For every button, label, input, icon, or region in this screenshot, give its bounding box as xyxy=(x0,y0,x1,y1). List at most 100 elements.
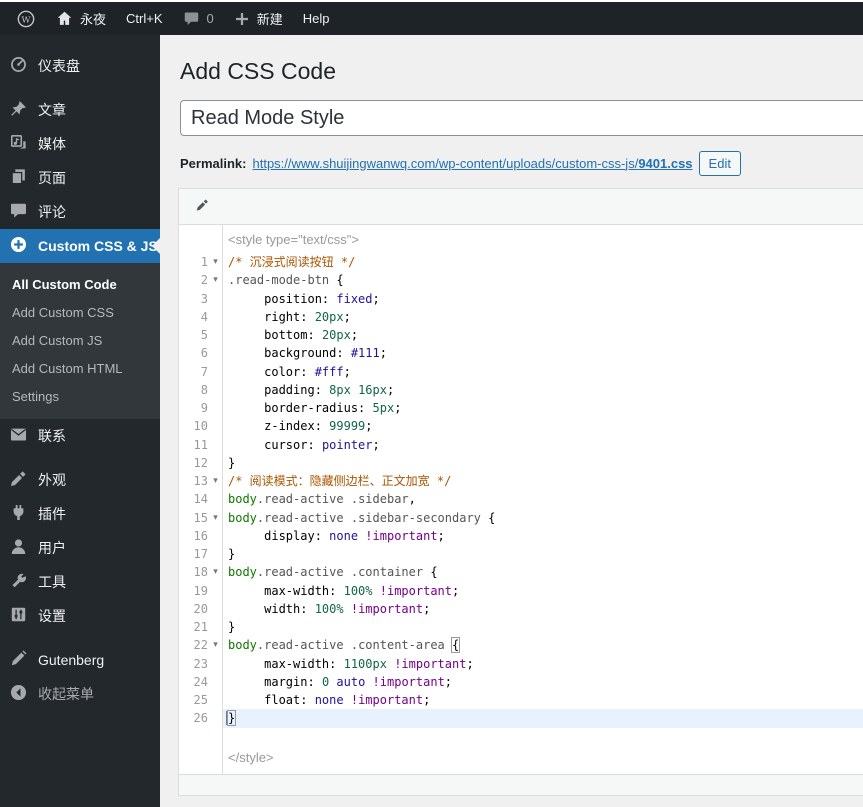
code-line-text[interactable]: padding: 8px 16px; xyxy=(223,381,863,399)
sidebar-item-custom-css-js[interactable]: Custom CSS & JS xyxy=(0,229,160,263)
new-content-menu[interactable]: 新建 xyxy=(224,2,293,35)
code-line-text[interactable]: .read-mode-btn { xyxy=(223,271,863,289)
sidebar-item-tools[interactable]: 工具 xyxy=(0,565,160,599)
code-line-text[interactable]: cursor: pointer; xyxy=(223,436,863,454)
line-gutter: 24 xyxy=(179,673,223,691)
wp-logo-menu[interactable]: W xyxy=(6,2,46,35)
fold-arrow-icon[interactable]: ▾ xyxy=(208,472,223,490)
site-menu[interactable]: 永夜 xyxy=(46,2,116,35)
sidebar-item-pages[interactable]: 页面 xyxy=(0,161,160,195)
code-line-text[interactable]: position: fixed; xyxy=(223,290,863,308)
code-line[interactable]: 21} xyxy=(179,618,863,636)
sidebar-item-appearance[interactable]: 外观 xyxy=(0,463,160,497)
fold-arrow-icon[interactable]: ▾ xyxy=(208,636,223,654)
code-line[interactable]: 13 ▾/* 阅读模式：隐藏侧边栏、正文加宽 */ xyxy=(179,472,863,490)
code-line[interactable]: 7 color: #fff; xyxy=(179,363,863,381)
submenu-item-add-custom-js[interactable]: Add Custom JS xyxy=(0,327,160,355)
sidebar-item-collapse-menu[interactable]: 收起菜单 xyxy=(0,677,160,711)
code-line-text[interactable]: float: none !important; xyxy=(223,691,863,709)
brush-tool-icon[interactable] xyxy=(194,196,211,218)
code-line[interactable]: 18 ▾ body.read-active .container { xyxy=(179,563,863,581)
admin-sidebar: 仪表盘 文章 媒体 页面 评论 Custom CSS & JS All Cust… xyxy=(0,35,160,807)
fold-arrow-icon[interactable]: ▾ xyxy=(208,271,223,289)
code-line-text[interactable]: } xyxy=(223,618,863,636)
code-line[interactable]: 17} xyxy=(179,545,863,563)
dashboard-gauge-icon xyxy=(9,55,28,77)
code-line[interactable]: 19 max-width: 100% !important; xyxy=(179,582,863,600)
code-line-text[interactable]: /* 沉浸式阅读按钮 */ xyxy=(223,253,863,271)
fold-arrow-icon[interactable]: ▾ xyxy=(208,509,223,527)
comments-menu[interactable]: 0 xyxy=(173,2,224,35)
sidebar-item-dashboard[interactable]: 仪表盘 xyxy=(0,49,160,83)
code-line[interactable]: 8 padding: 8px 16px; xyxy=(179,381,863,399)
sidebar-item-media[interactable]: 媒体 xyxy=(0,127,160,161)
code-line[interactable]: 2 ▾ .read-mode-btn { xyxy=(179,271,863,289)
code-line-text[interactable]: z-index: 99999; xyxy=(223,417,863,435)
code-line[interactable]: 22 ▾ body.read-active .content-area { xyxy=(179,636,863,654)
help-menu[interactable]: Help xyxy=(293,2,340,35)
code-line[interactable]: 24 margin: 0 auto !important; xyxy=(179,673,863,691)
code-editor[interactable]: <style type="text/css"> 1 ▾/* 沉浸式阅读按钮 */2… xyxy=(179,225,863,775)
line-number: 9 xyxy=(200,401,208,415)
permalink-link[interactable]: https://www.shuijingwanwq.com/wp-content… xyxy=(252,156,692,171)
code-line[interactable]: 10 z-index: 99999; xyxy=(179,417,863,435)
code-line-text[interactable]: display: none !important; xyxy=(223,527,863,545)
title-input[interactable] xyxy=(180,100,863,136)
plus-circle-icon xyxy=(9,235,28,257)
code-line[interactable]: 20 width: 100% !important; xyxy=(179,600,863,618)
code-line-text[interactable]: } xyxy=(223,709,863,728)
submenu-item-add-custom-css[interactable]: Add Custom CSS xyxy=(0,299,160,327)
code-line[interactable]: 1 ▾/* 沉浸式阅读按钮 */ xyxy=(179,253,863,271)
code-line-text[interactable]: max-width: 100% !important; xyxy=(223,582,863,600)
submenu-item-settings[interactable]: Settings xyxy=(0,383,160,411)
code-line[interactable]: 11 cursor: pointer; xyxy=(179,436,863,454)
code-line[interactable]: 23 max-width: 1100px !important; xyxy=(179,655,863,673)
line-number: 12 xyxy=(193,455,208,470)
code-line-text[interactable]: body.read-active .container { xyxy=(223,563,863,581)
code-line-text[interactable]: margin: 0 auto !important; xyxy=(223,673,863,691)
code-line-text[interactable]: background: #111; xyxy=(223,344,863,362)
code-line-text[interactable]: color: #fff; xyxy=(223,363,863,381)
code-line-text[interactable]: /* 阅读模式：隐藏侧边栏、正文加宽 */ xyxy=(223,472,863,490)
code-line[interactable]: 15 ▾ body.read-active .sidebar-secondary { xyxy=(179,509,863,527)
sidebar-item-comments[interactable]: 评论 xyxy=(0,195,160,229)
code-line-text[interactable]: } xyxy=(223,454,863,472)
code-line-text[interactable]: body.read-active .sidebar, xyxy=(223,490,863,508)
sidebar-item-contact[interactable]: 联系 xyxy=(0,419,160,453)
code-line[interactable]: 4 right: 20px; xyxy=(179,308,863,326)
fold-arrow-icon[interactable]: ▾ xyxy=(208,253,223,271)
line-gutter: 7 xyxy=(179,363,223,381)
code-line[interactable]: 12} xyxy=(179,454,863,472)
sidebar-item-label: 评论 xyxy=(38,204,66,220)
line-number: 3 xyxy=(200,291,208,306)
code-line[interactable]: 3 position: fixed; xyxy=(179,290,863,308)
sidebar-item-plugins[interactable]: 插件 xyxy=(0,497,160,531)
code-line[interactable]: 26} xyxy=(179,709,863,728)
submenu-item-add-custom-html[interactable]: Add Custom HTML xyxy=(0,355,160,383)
code-line[interactable]: 16 display: none !important; xyxy=(179,527,863,545)
code-line[interactable]: 6 background: #111; xyxy=(179,344,863,362)
submenu-item-all-custom-code[interactable]: All Custom Code xyxy=(0,271,160,299)
sidebar-item-gutenberg[interactable]: Gutenberg xyxy=(0,643,160,677)
code-line[interactable]: 5 bottom: 20px; xyxy=(179,326,863,344)
command-palette-shortcut[interactable]: Ctrl+K xyxy=(116,2,172,35)
code-line[interactable]: 14 body.read-active .sidebar, xyxy=(179,490,863,508)
code-line-text[interactable]: bottom: 20px; xyxy=(223,326,863,344)
code-line-text[interactable]: body.read-active .content-area { xyxy=(223,636,863,654)
sidebar-item-posts[interactable]: 文章 xyxy=(0,93,160,127)
line-number: 17 xyxy=(193,547,208,561)
code-line[interactable]: 9 border-radius: 5px; xyxy=(179,399,863,417)
code-line[interactable]: 25 float: none !important; xyxy=(179,691,863,709)
code-line-text[interactable]: right: 20px; xyxy=(223,308,863,326)
code-line-text[interactable]: max-width: 1100px !important; xyxy=(223,655,863,673)
sidebar-item-users[interactable]: 用户 xyxy=(0,531,160,565)
code-line-text[interactable]: } xyxy=(223,545,863,563)
code-line-text[interactable]: border-radius: 5px; xyxy=(223,399,863,417)
code-line-text[interactable]: body.read-active .sidebar-secondary { xyxy=(223,509,863,527)
line-number: 7 xyxy=(200,364,208,379)
sidebar-item-settings[interactable]: 设置 xyxy=(0,599,160,633)
fold-arrow-icon[interactable]: ▾ xyxy=(208,563,223,581)
code-line-text[interactable]: width: 100% !important; xyxy=(223,600,863,618)
envelope-icon xyxy=(9,425,28,447)
permalink-edit-button[interactable]: Edit xyxy=(698,150,741,176)
